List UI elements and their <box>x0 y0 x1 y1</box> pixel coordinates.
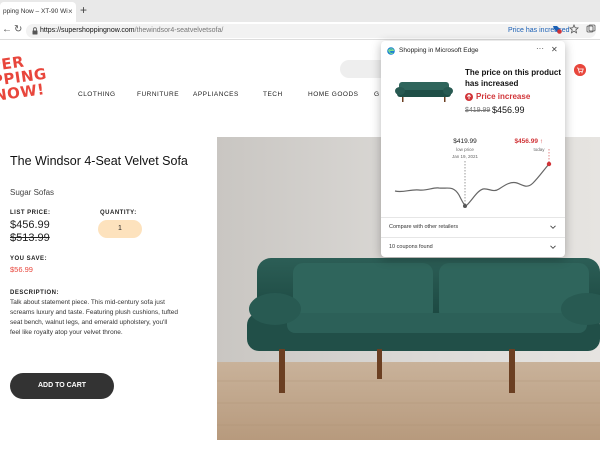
browser-toolbar: ← ↻ https://supershoppingnow.com/thewind… <box>0 22 600 40</box>
nav-item-furniture[interactable]: FURNITURE <box>137 91 179 98</box>
edge-logo-icon <box>387 47 395 55</box>
price-headline: The price on this product has increased <box>465 68 562 88</box>
browser-tab-bar: pping Now – XT-90 Wi × + <box>0 0 600 22</box>
star-icon[interactable] <box>569 24 579 34</box>
compare-retailers-label: Compare with other retailers <box>389 224 459 230</box>
product-title: The Windsor 4-Seat Velvet Sofa <box>10 154 188 168</box>
product-brand[interactable]: Sugar Sofas <box>10 188 54 197</box>
nav-item-appliances[interactable]: APPLIANCES <box>193 91 239 98</box>
coupons-label: 10 coupons found <box>389 244 433 250</box>
shopping-flyout: Shopping in Microsoft Edge ··· ✕ The pri… <box>381 41 565 257</box>
tab-title: pping Now – XT-90 Wi <box>3 8 68 15</box>
low-price-date: Jan 19, 2021 <box>452 154 479 159</box>
reload-icon[interactable]: ↻ <box>14 24 22 35</box>
new-tab-icon[interactable]: + <box>80 4 87 16</box>
coupons-row[interactable]: 10 coupons found <box>381 237 565 257</box>
collections-icon[interactable] <box>586 24 596 34</box>
today-price-point <box>546 161 552 167</box>
you-save-value: $56.99 <box>10 265 33 274</box>
nav-item-home-goods[interactable]: HOME GOODS <box>308 91 359 98</box>
compare-retailers-row[interactable]: Compare with other retailers <box>381 217 565 237</box>
nav-item-more[interactable]: G <box>374 91 380 98</box>
url-path: /thewindsor4-seatvelvetsofa/ <box>134 27 224 34</box>
address-bar[interactable]: https://supershoppingnow.com/thewindsor4… <box>26 24 596 38</box>
close-icon[interactable]: ✕ <box>551 45 558 54</box>
today-label: today <box>533 147 545 152</box>
price-increase-badge: Price increase <box>476 92 531 101</box>
chevron-down-icon <box>550 245 556 249</box>
lock-icon <box>32 27 38 35</box>
price-increase-icon <box>465 93 473 101</box>
flyout-title: Shopping in Microsoft Edge <box>399 47 479 54</box>
low-price-point <box>463 204 467 208</box>
nav-item-clothing[interactable]: CLOTHING <box>78 91 116 98</box>
product-thumbnail <box>395 82 453 102</box>
description-label: DESCRIPTION: <box>10 290 60 296</box>
price-history-line <box>394 163 550 207</box>
price-history-chart: $419.99 low price Jan 19, 2021 $456.99 ↑… <box>394 138 552 208</box>
add-to-cart-button[interactable]: ADD TO CART <box>10 373 114 399</box>
url-text: https://supershoppingnow.com/thewindsor4… <box>40 26 223 36</box>
back-icon[interactable]: ← <box>2 24 12 35</box>
chevron-down-icon <box>550 225 556 229</box>
price-tag-icon[interactable] <box>552 24 562 34</box>
flyout-old-price: $419.99 <box>465 107 491 114</box>
quantity-label: QUANTITY: <box>100 210 137 216</box>
low-price-label: low price <box>456 147 474 152</box>
flyout-new-price: $456.99 <box>492 105 525 115</box>
today-value: $456.99 ↑ <box>514 138 543 145</box>
url-domain: https://supershoppingnow.com <box>40 27 135 34</box>
tab-close-icon[interactable]: × <box>68 8 73 16</box>
current-price: $456.99 <box>10 219 50 231</box>
browser-tab[interactable]: pping Now – XT-90 Wi × <box>0 2 76 22</box>
product-description: Talk about statement piece. This mid-cen… <box>10 299 179 336</box>
low-price-value: $419.99 <box>453 138 477 145</box>
cart-icon[interactable] <box>574 64 586 76</box>
list-price-label: LIST PRICE: <box>10 210 51 216</box>
original-price: $513.99 <box>10 232 50 244</box>
more-options-icon[interactable]: ··· <box>536 44 544 53</box>
nav-item-tech[interactable]: TECH <box>263 91 283 98</box>
store-nav: CLOTHING FURNITURE APPLIANCES TECH HOME … <box>0 91 400 101</box>
quantity-stepper[interactable]: 1 <box>98 220 142 238</box>
you-save-label: YOU SAVE: <box>10 256 48 262</box>
